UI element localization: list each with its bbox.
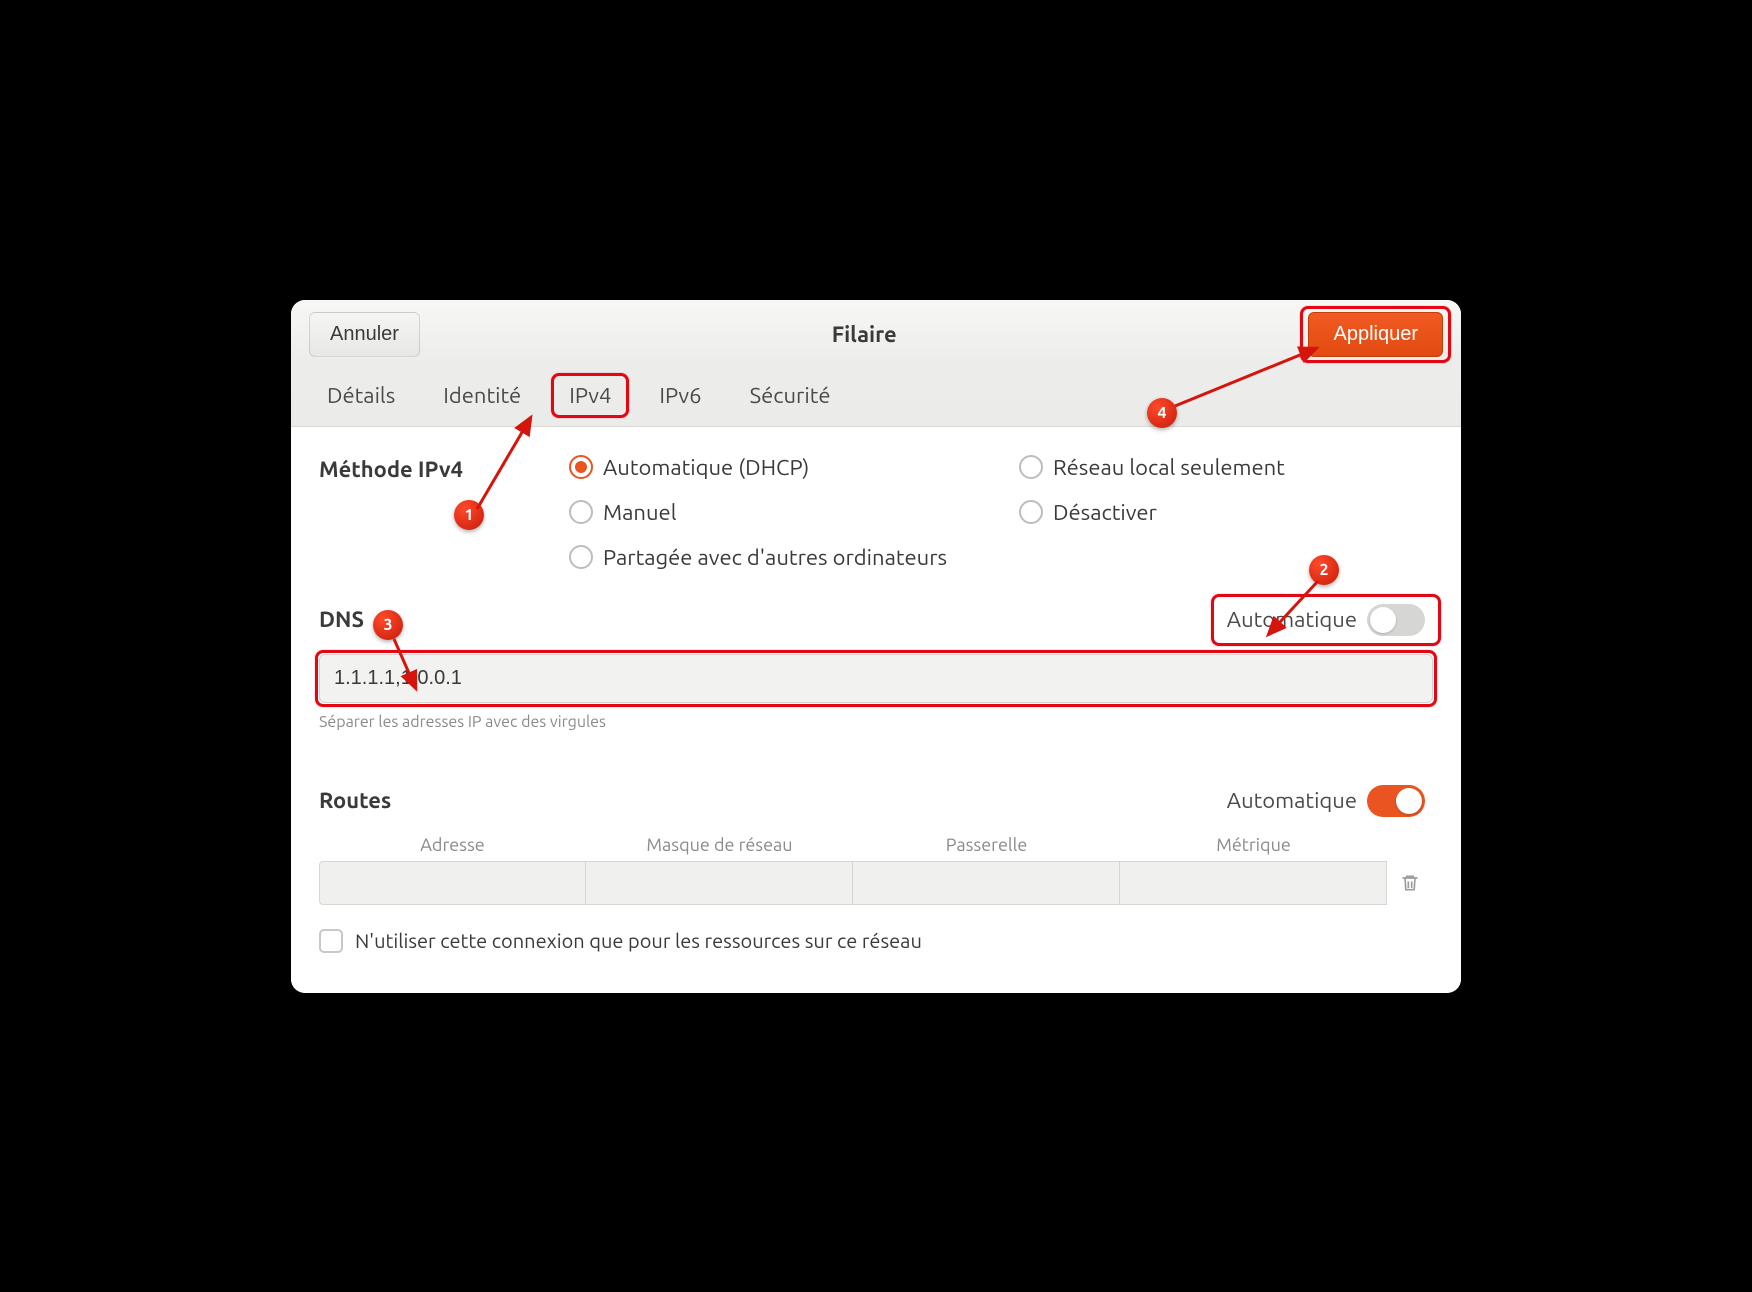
routes-table-header: Adresse Masque de réseau Passerelle Métr… [319, 835, 1433, 861]
route-gateway-input[interactable] [852, 861, 1120, 905]
col-metric: Métrique [1120, 835, 1387, 855]
ipv4-method-section: Méthode IPv4 Automatique (DHCP) Réseau l… [319, 455, 1433, 570]
tab-security[interactable]: Sécurité [742, 379, 839, 412]
radio-shared[interactable]: Partagée avec d'autres ordinateurs [569, 545, 1369, 570]
trash-icon [1400, 873, 1420, 893]
radio-icon [569, 545, 593, 569]
restrict-checkbox[interactable] [319, 929, 343, 953]
routes-table: Adresse Masque de réseau Passerelle Métr… [319, 835, 1433, 905]
cancel-button[interactable]: Annuler [309, 312, 420, 357]
radio-icon [1019, 500, 1043, 524]
radio-label: Manuel [603, 500, 676, 525]
routes-header: Routes Automatique [319, 781, 1433, 821]
routes-auto-toggle[interactable] [1367, 785, 1425, 817]
routes-auto-label: Automatique [1227, 788, 1357, 813]
network-settings-dialog: Annuler Filaire Appliquer Détails Identi… [291, 300, 1461, 993]
radio-label: Automatique (DHCP) [603, 455, 809, 480]
radio-icon [1019, 455, 1043, 479]
tab-ipv6[interactable]: IPv6 [651, 379, 709, 412]
ipv4-method-label: Méthode IPv4 [319, 455, 569, 482]
dns-label: DNS [319, 607, 364, 632]
ipv4-method-radios: Automatique (DHCP) Réseau local seulemen… [569, 455, 1369, 570]
routes-auto-group: Automatique [1219, 781, 1433, 821]
route-metric-input[interactable] [1119, 861, 1387, 905]
tab-ipv4[interactable]: IPv4 [561, 379, 619, 412]
radio-dhcp[interactable]: Automatique (DHCP) [569, 455, 1019, 480]
route-delete-button[interactable] [1387, 861, 1433, 905]
tabs-bar: Détails Identité IPv4 IPv6 Sécurité [291, 365, 1461, 426]
radio-label: Réseau local seulement [1053, 455, 1285, 480]
dns-auto-toggle[interactable] [1367, 604, 1425, 636]
tab-details[interactable]: Détails [319, 379, 403, 412]
radio-icon [569, 500, 593, 524]
col-address: Adresse [319, 835, 586, 855]
radio-local-only[interactable]: Réseau local seulement [1019, 455, 1369, 480]
routes-label: Routes [319, 788, 391, 813]
col-netmask: Masque de réseau [586, 835, 853, 855]
col-gateway: Passerelle [853, 835, 1120, 855]
radio-icon [569, 455, 593, 479]
radio-label: Partagée avec d'autres ordinateurs [603, 545, 947, 570]
titlebar: Annuler Filaire Appliquer [291, 300, 1461, 365]
routes-row [319, 861, 1433, 905]
dns-hint: Séparer les adresses IP avec des virgule… [319, 713, 1433, 731]
radio-manual[interactable]: Manuel [569, 500, 1019, 525]
restrict-label: N'utiliser cette connexion que pour les … [355, 929, 922, 952]
tab-identity[interactable]: Identité [435, 379, 529, 412]
window-title: Filaire [832, 322, 897, 347]
restrict-connection-row[interactable]: N'utiliser cette connexion que pour les … [319, 929, 1433, 953]
dns-header: DNS Automatique [319, 600, 1433, 640]
dns-servers-input[interactable] [319, 654, 1433, 703]
route-netmask-input[interactable] [585, 861, 853, 905]
radio-label: Désactiver [1053, 500, 1157, 525]
route-address-input[interactable] [319, 861, 586, 905]
dns-auto-group: Automatique [1219, 600, 1433, 640]
apply-button[interactable]: Appliquer [1308, 312, 1443, 357]
ipv4-panel: Méthode IPv4 Automatique (DHCP) Réseau l… [291, 426, 1461, 993]
radio-disable[interactable]: Désactiver [1019, 500, 1369, 525]
dns-auto-label: Automatique [1227, 607, 1357, 632]
